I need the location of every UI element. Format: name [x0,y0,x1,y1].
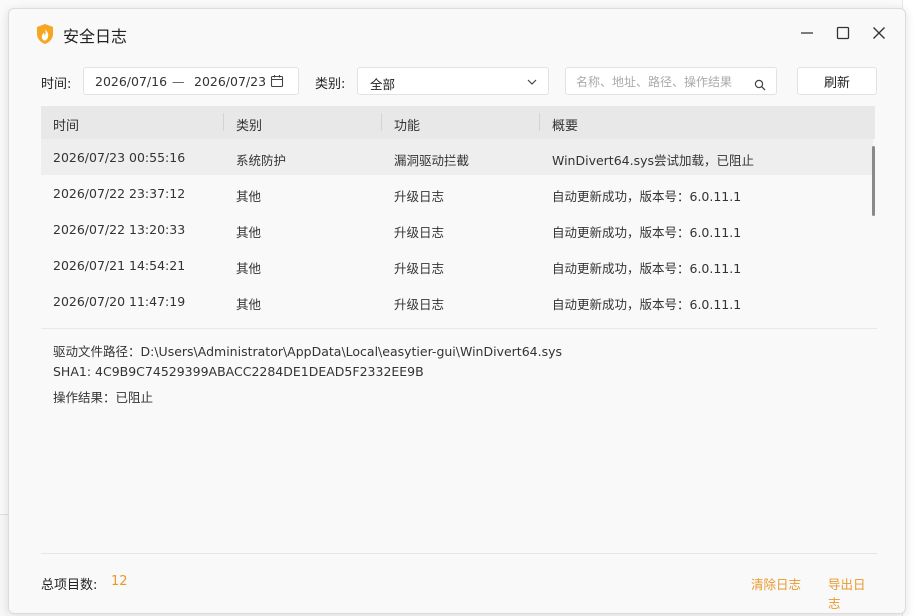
date-end[interactable]: 2026/07/23 [194,74,266,89]
title-bar: 安全日志 [9,9,905,57]
cell-function: 升级日志 [394,261,445,276]
driver-path-text: 驱动文件路径：D:\Users\Administrator\AppData\Lo… [53,344,562,359]
cell-summary: 自动更新成功，版本号：6.0.11.1 [552,297,742,312]
cell-function: 漏洞驱动拦截 [394,153,470,168]
table-body: 2026/07/23 00:55:16 系统防护 漏洞驱动拦截 WinDiver… [41,139,873,319]
column-header-category[interactable]: 类别 [236,115,262,134]
background-app-corner [0,514,8,616]
sha1-text: SHA1: 4C9B9C74529399ABACC2284DE1DEAD5F23… [53,364,424,379]
minimize-icon[interactable] [795,21,819,45]
table-row[interactable]: 2026/07/21 14:54:21 其他 升级日志 自动更新成功，版本号：6… [41,247,873,283]
cell-function: 升级日志 [394,225,445,240]
cell-function: 升级日志 [394,297,445,312]
cell-function: 升级日志 [394,189,445,204]
category-value: 全部 [370,77,396,92]
table-scrollbar[interactable] [872,146,875,216]
divider [41,328,877,329]
cell-time: 2026/07/22 23:37:12 [53,186,186,201]
result-text: 操作结果：已阻止 [53,390,154,405]
window-title: 安全日志 [63,27,128,46]
flame-shield-icon [35,23,55,45]
column-header-summary[interactable]: 概要 [552,115,578,134]
table-header: 时间 类别 功能 概要 [41,106,875,139]
total-label: 总项目数: [41,578,98,593]
log-table: 时间 类别 功能 概要 2026/07/23 00:55:16 系统防护 漏洞驱… [41,106,877,328]
export-log-link[interactable]: 导出日志 [828,574,877,612]
refresh-button[interactable]: 刷新 [797,67,877,95]
cell-time: 2026/07/20 11:47:19 [53,294,186,309]
close-icon[interactable] [867,21,891,45]
search-input[interactable] [576,73,746,91]
cell-category: 其他 [236,189,262,204]
table-row[interactable]: 2026/07/22 13:20:33 其他 升级日志 自动更新成功，版本号：6… [41,211,873,247]
cell-summary: 自动更新成功，版本号：6.0.11.1 [552,225,742,240]
date-start[interactable]: 2026/07/16 [95,74,167,89]
clear-log-link[interactable]: 清除日志 [751,574,801,593]
cell-time: 2026/07/21 14:54:21 [53,258,186,273]
category-select[interactable]: 全部 [357,67,549,95]
cell-category: 其他 [236,225,262,240]
security-log-dialog: 安全日志 时间: 2026/07/16 — 2026/07/23 类别: 全部 … [8,8,906,614]
table-row[interactable]: 2026/07/22 23:37:12 其他 升级日志 自动更新成功，版本号：6… [41,175,873,211]
cell-summary: 自动更新成功，版本号：6.0.11.1 [552,189,742,204]
category-label: 类别: [315,77,346,92]
search-icon[interactable] [754,76,766,95]
calendar-icon[interactable] [270,74,284,91]
column-divider[interactable] [381,113,382,131]
total-count: 12 [111,574,128,589]
cell-summary: 自动更新成功，版本号：6.0.11.1 [552,261,742,276]
cell-category: 其他 [236,261,262,276]
footer-bar: 总项目数: 12 清除日志 导出日志 [41,574,877,611]
column-header-function[interactable]: 功能 [394,115,420,134]
cell-category: 其他 [236,297,262,312]
detail-panel: 驱动文件路径：D:\Users\Administrator\AppData\Lo… [53,341,562,410]
time-label: 时间: [41,77,72,92]
cell-category: 系统防护 [236,153,287,168]
date-range-picker[interactable]: 2026/07/16 — 2026/07/23 [83,67,299,95]
date-separator: — [172,74,185,89]
maximize-icon[interactable] [831,21,855,45]
table-row[interactable]: 2026/07/20 11:47:19 其他 升级日志 自动更新成功，版本号：6… [41,283,873,319]
cell-time: 2026/07/23 00:55:16 [53,150,186,165]
column-divider[interactable] [223,113,224,131]
divider [41,553,877,554]
column-divider[interactable] [539,113,540,131]
column-header-time[interactable]: 时间 [53,115,79,134]
chevron-down-icon [526,76,538,91]
search-box[interactable] [565,67,777,95]
filter-bar: 时间: 2026/07/16 — 2026/07/23 类别: 全部 名称、地址… [9,67,905,95]
cell-summary: WinDivert64.sys尝试加载，已阻止 [552,153,755,168]
table-row[interactable]: 2026/07/23 00:55:16 系统防护 漏洞驱动拦截 WinDiver… [41,139,873,175]
cell-time: 2026/07/22 13:20:33 [53,222,186,237]
